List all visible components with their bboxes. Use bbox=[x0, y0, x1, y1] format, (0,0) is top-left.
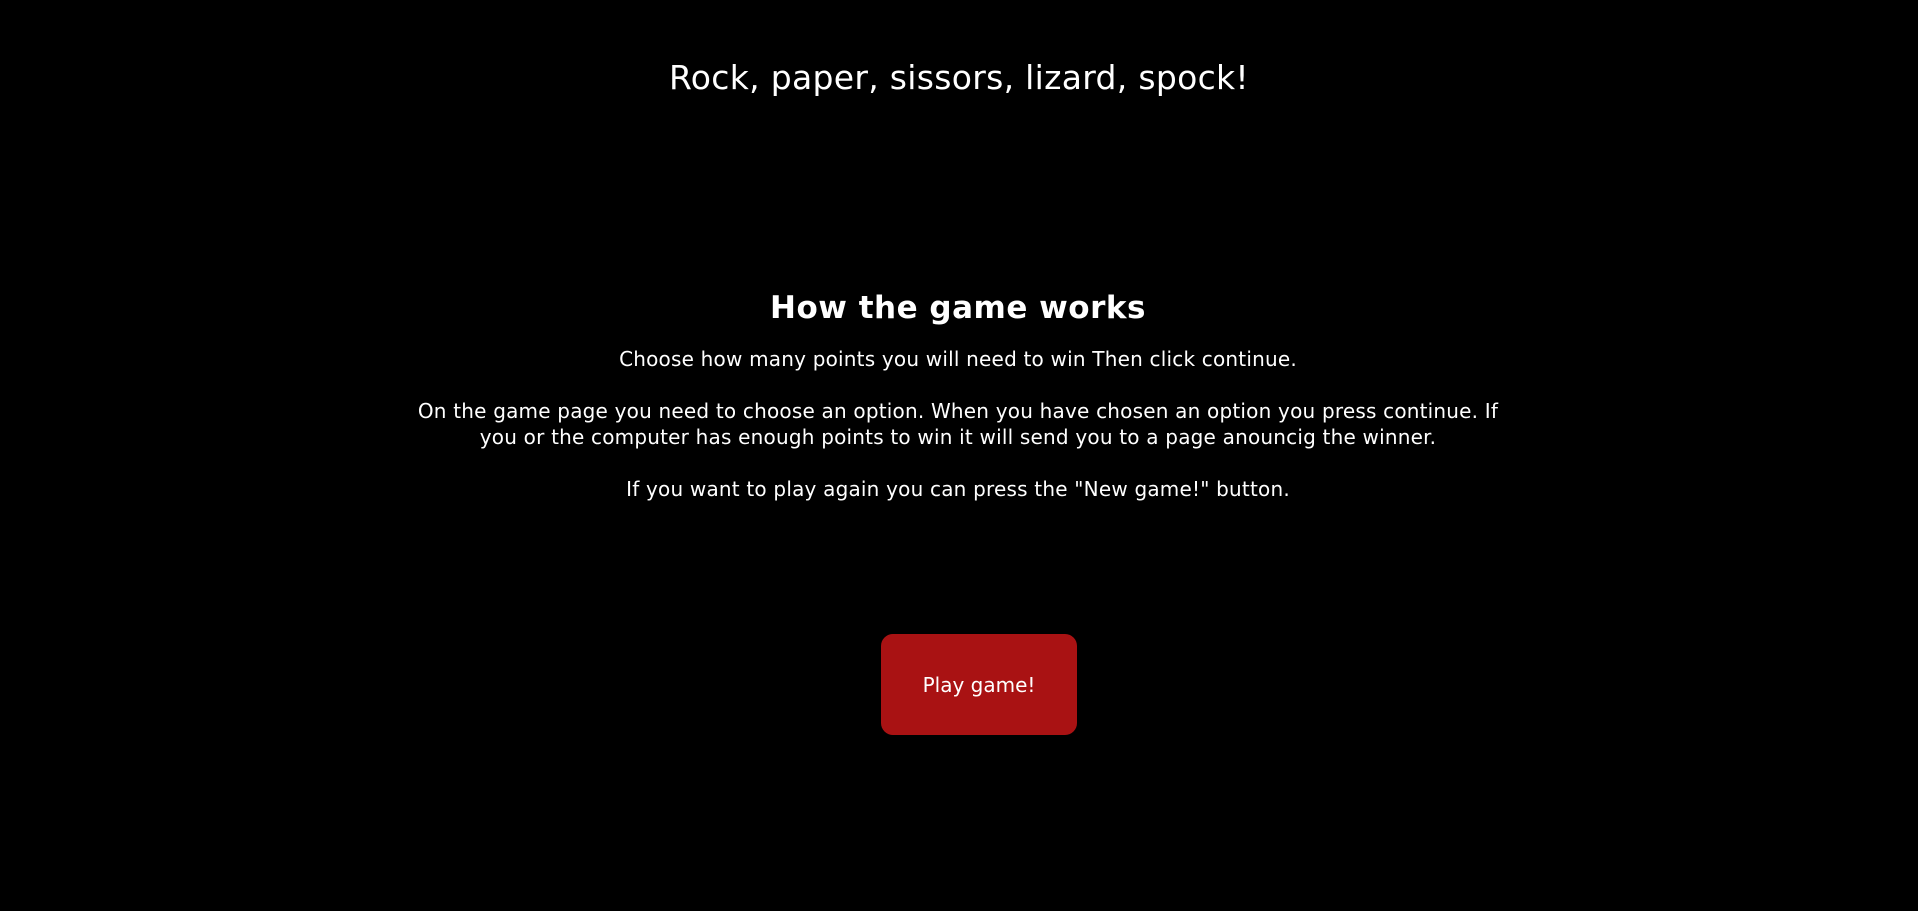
instructions-paragraph-gameplay: On the game page you need to choose an o… bbox=[417, 399, 1499, 449]
page-title: Rock, paper, sissors, lizard, spock! bbox=[669, 58, 1249, 97]
instructions-heading: How the game works bbox=[770, 290, 1146, 326]
instructions-section: How the game works Choose how many point… bbox=[398, 288, 1518, 528]
instructions-paragraph-points: Choose how many points you will need to … bbox=[619, 347, 1297, 371]
play-game-button[interactable]: Play game! bbox=[881, 634, 1077, 735]
instructions-paragraph-new-game: If you want to play again you can press … bbox=[626, 477, 1290, 501]
